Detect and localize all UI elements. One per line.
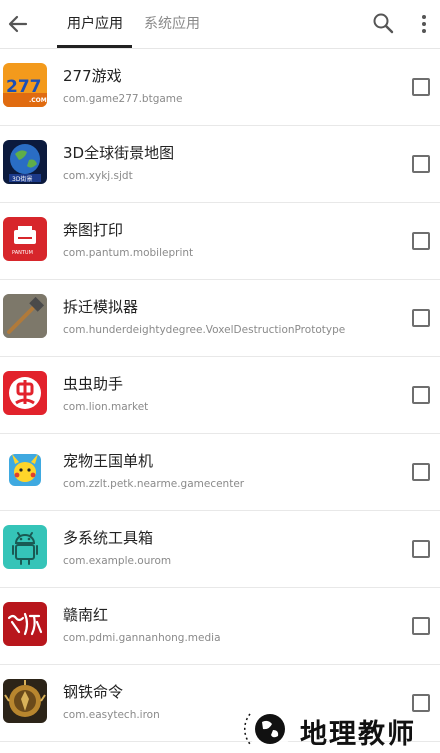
app-name: 奔图打印 bbox=[63, 221, 124, 239]
app-name: 拆迁模拟器 bbox=[63, 298, 139, 316]
app-name: 277游戏 bbox=[63, 67, 122, 85]
app-package: com.easytech.iron bbox=[63, 709, 160, 721]
calligraphy-icon bbox=[3, 602, 47, 646]
svg-text:3D街景: 3D街景 bbox=[12, 175, 32, 183]
app-package: com.xykj.sjdt bbox=[63, 170, 133, 182]
more-options-icon[interactable] bbox=[414, 12, 434, 36]
list-item[interactable]: 虫虫助手 com.lion.market bbox=[0, 357, 440, 434]
app-list: 277 .COM 277游戏 com.game277.btgame 3D街景 3… bbox=[0, 49, 440, 742]
app-name: 多系统工具箱 bbox=[63, 529, 154, 547]
app-package: com.zzlt.petk.nearme.gamecenter bbox=[63, 478, 245, 490]
hammer-icon bbox=[3, 294, 47, 338]
svg-text:277: 277 bbox=[6, 77, 42, 97]
app-name: 3D全球街景地图 bbox=[63, 144, 175, 162]
list-item[interactable]: 拆迁模拟器 com.hunderdeightydegree.VoxelDestr… bbox=[0, 280, 440, 357]
select-checkbox[interactable] bbox=[412, 309, 430, 327]
app-name: 宠物王国单机 bbox=[63, 452, 154, 470]
app-package: com.game277.btgame bbox=[63, 93, 183, 105]
back-arrow-icon[interactable] bbox=[4, 10, 32, 38]
search-icon[interactable] bbox=[372, 12, 394, 34]
earth-icon: 3D街景 bbox=[3, 140, 47, 184]
bug-icon bbox=[3, 371, 47, 415]
top-bar: 用户应用 系统应用 bbox=[0, 0, 440, 49]
watermark-text: 地理教师 bbox=[300, 719, 416, 750]
app-name: 赣南红 bbox=[63, 606, 109, 624]
app-package: com.hunderdeightydegree.VoxelDestruction… bbox=[63, 324, 346, 336]
list-item[interactable]: 3D街景 3D全球街景地图 com.xykj.sjdt bbox=[0, 126, 440, 203]
lion-emblem-icon bbox=[3, 679, 47, 723]
select-checkbox[interactable] bbox=[412, 540, 430, 558]
select-checkbox[interactable] bbox=[412, 617, 430, 635]
svg-text:PANTUM: PANTUM bbox=[12, 250, 33, 256]
select-checkbox[interactable] bbox=[412, 78, 430, 96]
app-package: com.pantum.mobileprint bbox=[63, 247, 194, 259]
select-checkbox[interactable] bbox=[412, 155, 430, 173]
app-package: com.lion.market bbox=[63, 401, 149, 413]
svg-text:.COM: .COM bbox=[29, 97, 47, 104]
pet-icon bbox=[3, 448, 47, 492]
app-package: com.example.ourom bbox=[63, 555, 172, 567]
game277-icon: 277 .COM bbox=[3, 63, 47, 107]
select-checkbox[interactable] bbox=[412, 463, 430, 481]
tab-user-apps[interactable]: 用户应用 bbox=[67, 14, 123, 34]
list-item[interactable]: 多系统工具箱 com.example.ourom bbox=[0, 511, 440, 588]
android-icon bbox=[3, 525, 47, 569]
list-item[interactable]: 宠物王国单机 com.zzlt.petk.nearme.gamecenter bbox=[0, 434, 440, 511]
printer-icon: PANTUM bbox=[3, 217, 47, 261]
list-item[interactable]: PANTUM 奔图打印 com.pantum.mobileprint bbox=[0, 203, 440, 280]
select-checkbox[interactable] bbox=[412, 386, 430, 404]
app-name: 虫虫助手 bbox=[63, 375, 124, 393]
list-item[interactable]: 赣南红 com.pdmi.gannanhong.media bbox=[0, 588, 440, 665]
tab-system-apps[interactable]: 系统应用 bbox=[144, 14, 200, 34]
list-item[interactable]: 277 .COM 277游戏 com.game277.btgame bbox=[0, 49, 440, 126]
select-checkbox[interactable] bbox=[412, 232, 430, 250]
app-package: com.pdmi.gannanhong.media bbox=[63, 632, 221, 644]
active-tab-indicator bbox=[57, 45, 132, 48]
app-name: 钢铁命令 bbox=[63, 683, 124, 701]
